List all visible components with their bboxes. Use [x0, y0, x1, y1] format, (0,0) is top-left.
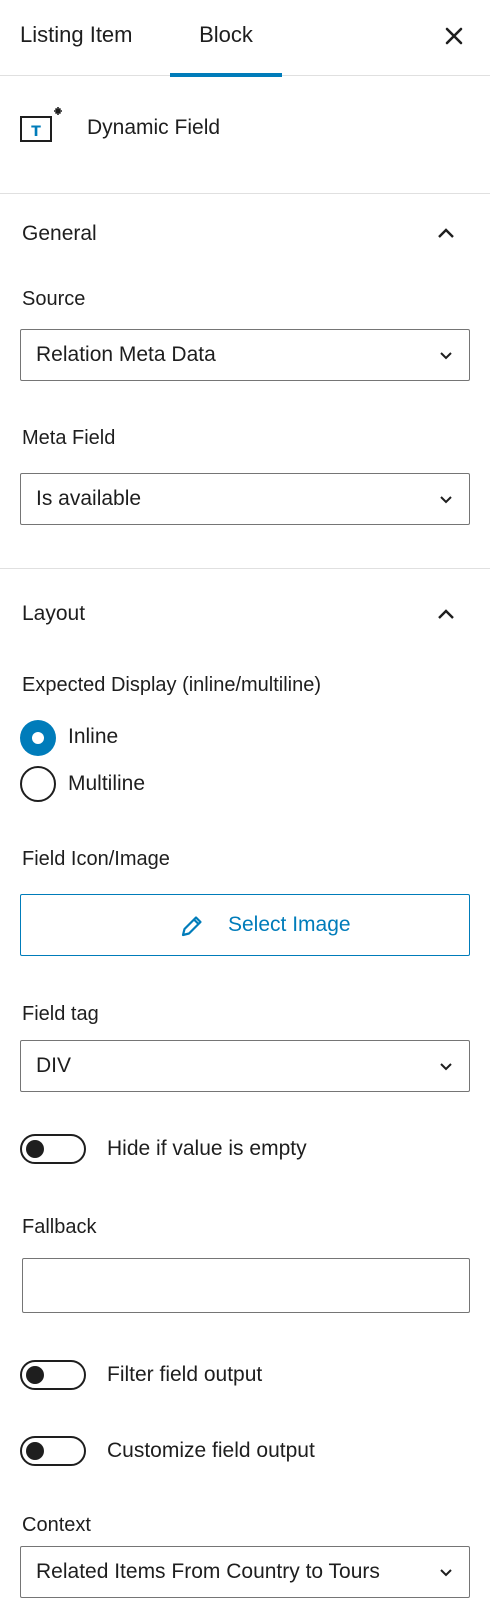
general-section-title[interactable]: General — [22, 222, 97, 246]
block-title: Dynamic Field — [87, 116, 221, 139]
chevron-down-icon — [440, 1063, 452, 1071]
sidebar-tabs: Listing Item Block — [0, 0, 490, 77]
field-icon-label: Field Icon/Image — [22, 848, 170, 870]
chevron-up-icon[interactable] — [434, 222, 458, 246]
source-label: Source — [22, 288, 86, 310]
filter-output-label[interactable]: Filter field output — [107, 1363, 262, 1387]
meta-field-value: Is available — [36, 487, 142, 510]
dynamic-field-icon: T — [20, 107, 62, 142]
radio-inline[interactable] — [20, 720, 56, 756]
context-value: Related Items From Country to Tours — [36, 1560, 380, 1583]
filter-output-toggle[interactable] — [20, 1360, 86, 1390]
select-image-label: Select Image — [228, 913, 351, 936]
section-divider — [0, 568, 490, 569]
svg-text:T: T — [31, 124, 41, 140]
fallback-input[interactable] — [22, 1258, 470, 1313]
meta-field-label: Meta Field — [22, 427, 116, 449]
field-tag-select[interactable]: DIV — [20, 1040, 470, 1092]
field-tag-value: DIV — [36, 1054, 72, 1077]
customize-output-label[interactable]: Customize field output — [107, 1439, 315, 1463]
customize-output-toggle[interactable] — [20, 1436, 86, 1466]
context-select[interactable]: Related Items From Country to Tours — [20, 1546, 470, 1598]
tab-listing-item[interactable]: Listing Item — [20, 0, 133, 76]
source-value: Relation Meta Data — [36, 343, 216, 366]
radio-multiline-label[interactable]: Multiline — [68, 772, 145, 796]
chevron-down-icon — [440, 1569, 452, 1577]
chevron-up-icon[interactable] — [434, 603, 458, 627]
pencil-icon — [181, 916, 202, 937]
source-select[interactable]: Relation Meta Data — [20, 329, 470, 381]
block-card: T Dynamic Field — [0, 76, 490, 194]
hide-if-empty-label[interactable]: Hide if value is empty — [107, 1137, 307, 1161]
expected-display-label: Expected Display (inline/multiline) — [22, 674, 322, 696]
hide-if-empty-toggle[interactable] — [20, 1134, 86, 1164]
tab-block[interactable]: Block — [170, 0, 282, 77]
fallback-label: Fallback — [22, 1216, 97, 1238]
meta-field-select[interactable]: Is available — [20, 473, 470, 525]
select-image-button[interactable]: Select Image — [20, 894, 470, 956]
field-tag-label: Field tag — [22, 1003, 99, 1025]
layout-section-title[interactable]: Layout — [22, 602, 85, 626]
chevron-down-icon — [440, 496, 452, 504]
radio-multiline[interactable] — [20, 766, 56, 802]
radio-inline-label[interactable]: Inline — [68, 725, 118, 749]
close-icon[interactable] — [440, 22, 468, 50]
context-label: Context — [22, 1514, 91, 1536]
chevron-down-icon — [440, 352, 452, 360]
